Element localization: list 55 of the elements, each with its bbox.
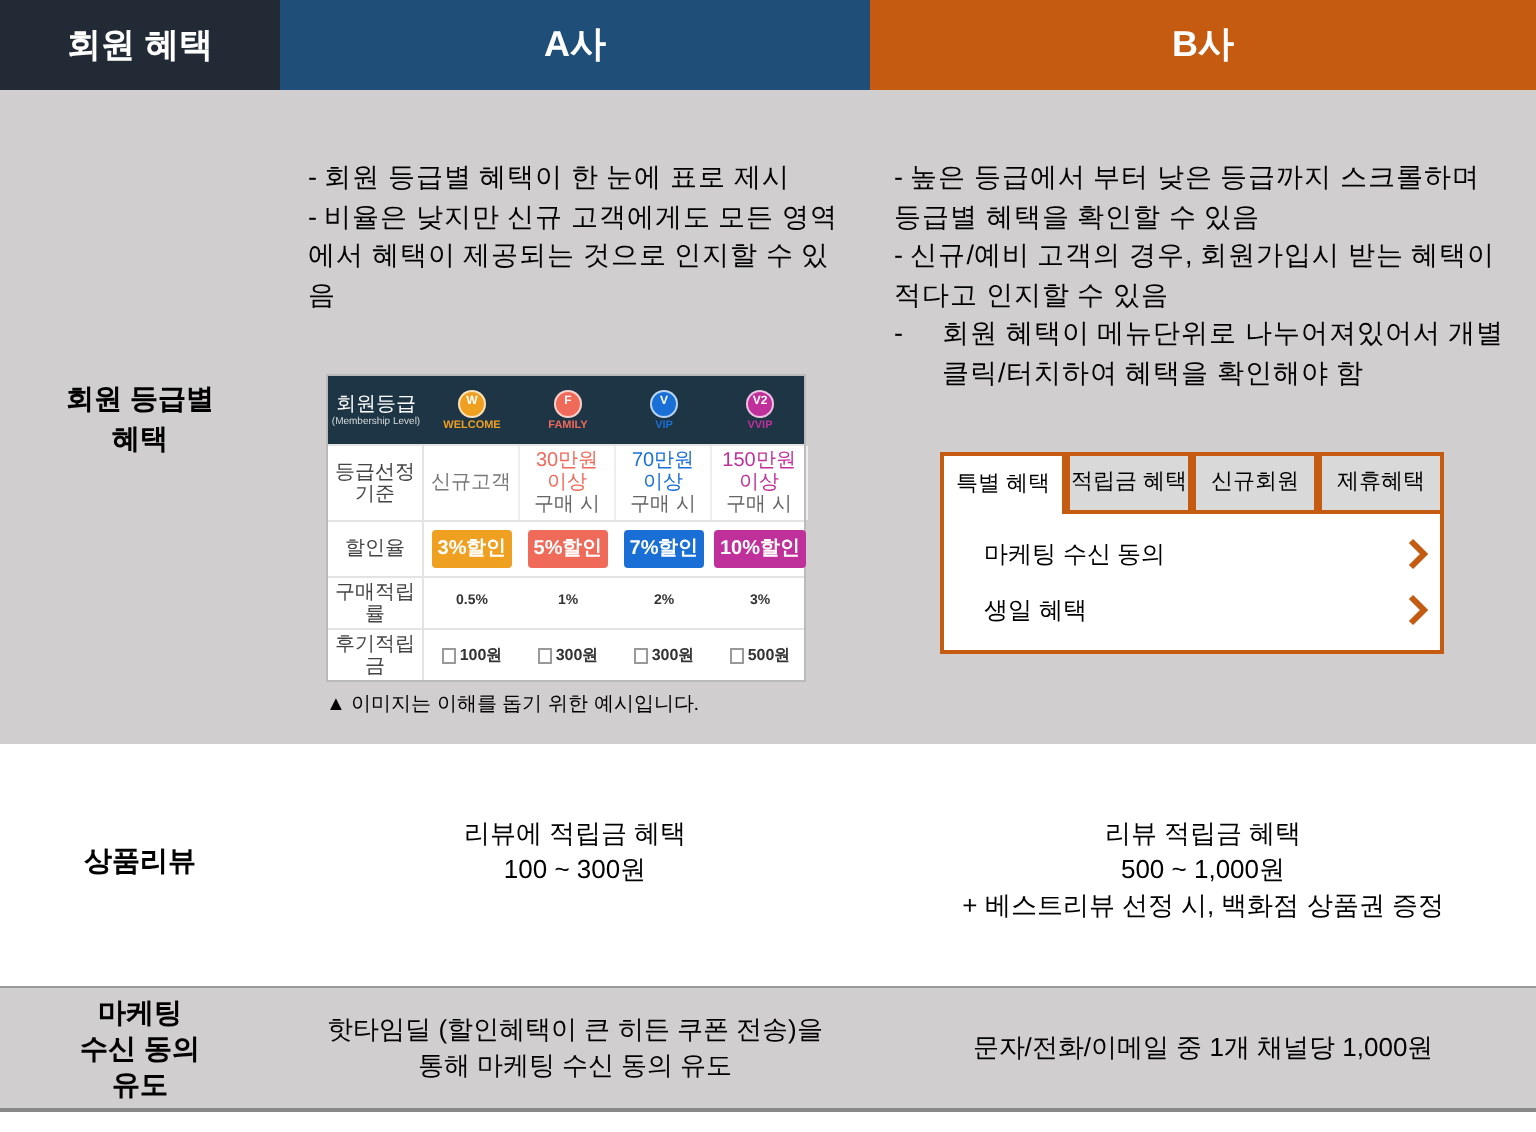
criteria-text: 150만원 이상 <box>720 450 798 494</box>
criteria-text: 70만원 이상 <box>629 450 697 494</box>
document-icon <box>633 647 648 663</box>
document-icon <box>537 647 552 663</box>
note-text: 회원 혜택이 메뉴단위로 나누어져있어서 개별 클릭/터치하여 혜택을 확인해야 함 <box>942 316 1507 391</box>
reward-amount: 300원 <box>651 643 695 667</box>
row-label: 마케팅 수신 동의 유도 <box>80 994 200 1102</box>
cell-text: 통해 마케팅 수신 동의 유도 <box>417 1048 733 1084</box>
reward-amount: 500원 <box>747 643 791 667</box>
reward-amount: 300원 <box>555 643 599 667</box>
cell-text: 500 ~ 1,000원 <box>1120 852 1286 888</box>
column-header: 회원 혜택 <box>0 0 280 90</box>
cell-text: 리뷰에 적립금 혜택 <box>463 816 687 852</box>
cell-text: 리뷰 적립금 혜택 <box>1104 816 1302 852</box>
discount-badge: 5%할인 <box>527 530 609 568</box>
menu-item[interactable]: 마케팅 수신 동의 <box>944 526 1440 582</box>
row-label: 상품리뷰 <box>84 842 196 878</box>
tab[interactable]: 적립금 혜택 <box>1066 452 1192 514</box>
criteria-text: 30만원 이상 <box>533 450 601 494</box>
note-text: - 높은 등급에서 부터 낮은 등급까지 스크롤하며 등급별 혜택을 확인할 수 있음 <box>894 160 1482 235</box>
cell-text: 100 ~ 300원 <box>503 852 647 888</box>
menu-item[interactable]: 생일 혜택 <box>944 582 1440 638</box>
image-caption: ▲ 이미지는 이해를 돕기 위한 예시입니다. <box>326 692 702 720</box>
column-header: A사 <box>280 0 870 90</box>
row-label: 할인율 <box>345 538 405 560</box>
tab[interactable]: 특별 혜택 <box>940 452 1066 514</box>
row-label: 등급선정기준 <box>333 461 417 505</box>
header-label: 회원등급 <box>336 393 416 415</box>
note-text: - 비율은 낮지만 신규 고객에게도 모든 영역에서 혜택이 제공되는 것으로 인지할 수 있음 <box>308 199 840 313</box>
tab[interactable]: 신규회원 <box>1192 452 1318 514</box>
chevron-right-icon <box>1408 538 1428 570</box>
column-header: B사 <box>870 0 1536 90</box>
criteria-note: 구매 시 <box>630 494 696 516</box>
row-label: 후기적립금 <box>333 633 417 677</box>
row-label: 구매적립률 <box>333 581 417 625</box>
chevron-right-icon <box>1408 594 1428 626</box>
document-icon <box>441 647 456 663</box>
menu-item-label: 생일 혜택 <box>984 594 1087 628</box>
reward-amount: 100원 <box>459 643 503 667</box>
criteria-note: 구매 시 <box>534 494 600 516</box>
cell-text: + 베스트리뷰 선정 시, 백화점 상품권 증정 <box>962 888 1444 924</box>
menu-item-label: 마케팅 수신 동의 <box>984 538 1166 572</box>
cell-text: 핫타임딜 (할인혜택이 큰 히든 쿠폰 전송)을 <box>327 1012 823 1048</box>
cell-text: 문자/전화/이메일 중 1개 채널당 1,000원 <box>972 1030 1434 1066</box>
note-text: - 신규/예비 고객의 경우, 회원가입시 받는 혜택이 적다고 인지할 수 있음 <box>894 238 1498 313</box>
criteria-text: 신규고객 <box>431 472 511 494</box>
row-label: 회원 등급별 혜택 <box>66 379 214 457</box>
discount-badge: 10%할인 <box>713 530 806 568</box>
discount-badge: 3%할인 <box>431 530 513 568</box>
criteria-note: 구매 시 <box>726 494 792 516</box>
bullet-dash: - <box>894 316 905 352</box>
tab[interactable]: 제휴혜택 <box>1318 452 1444 514</box>
document-icon <box>729 647 744 663</box>
note-text: - 회원 등급별 혜택이 한 눈에 표로 제시 <box>308 160 792 196</box>
discount-badge: 7%할인 <box>623 530 705 568</box>
